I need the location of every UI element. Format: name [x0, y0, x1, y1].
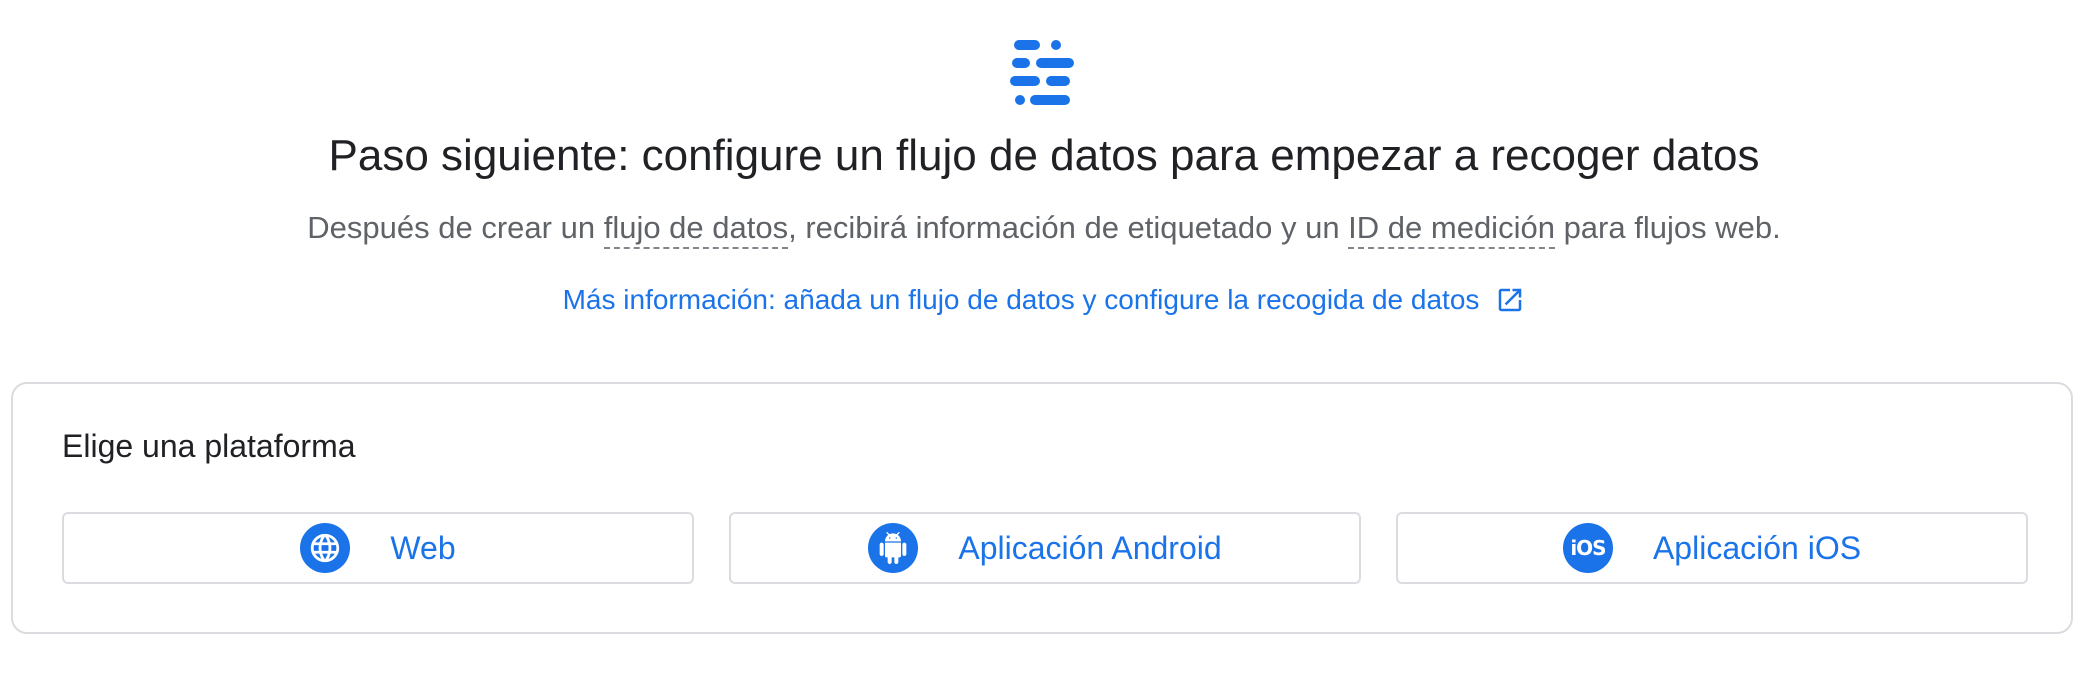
android-icon	[868, 523, 919, 573]
data-stream-term[interactable]: flujo de datos	[603, 210, 789, 249]
measurement-id-term[interactable]: ID de medición	[1348, 210, 1555, 249]
ios-badge-text: iOS	[1570, 536, 1606, 560]
platform-panel-title: Elige una plataforma	[62, 428, 356, 464]
ios-icon: iOS	[1562, 523, 1613, 573]
page-description: Después de crear un flujo de datos, reci…	[0, 208, 2088, 249]
page-title: Paso siguiente: configure un flujo de da…	[328, 131, 1760, 180]
open-in-new-icon	[1499, 288, 1522, 312]
description-text-2: , recibirá información de etiquetado y u…	[788, 210, 1349, 245]
description-text-1: Después de crear un	[307, 210, 604, 245]
web-platform-label: Web	[390, 529, 456, 566]
ios-platform-label: Aplicación iOS	[1652, 529, 1862, 566]
description-text-3: para flujos web.	[1554, 210, 1781, 245]
data-stream-icon	[1010, 40, 1074, 105]
android-platform-label: Aplicación Android	[958, 529, 1222, 566]
globe-icon	[300, 523, 351, 573]
learn-more-label: Más información: añada un flujo de datos…	[562, 284, 1480, 315]
web-platform-button[interactable]: Web	[62, 512, 694, 584]
platform-panel: Elige una plataforma Web Aplicación Andr…	[11, 382, 2073, 634]
ios-platform-button[interactable]: iOS Aplicación iOS	[1396, 512, 2028, 584]
learn-more-link[interactable]: Más información: añada un flujo de datos…	[0, 280, 2088, 320]
android-platform-button[interactable]: Aplicación Android	[729, 512, 1361, 584]
